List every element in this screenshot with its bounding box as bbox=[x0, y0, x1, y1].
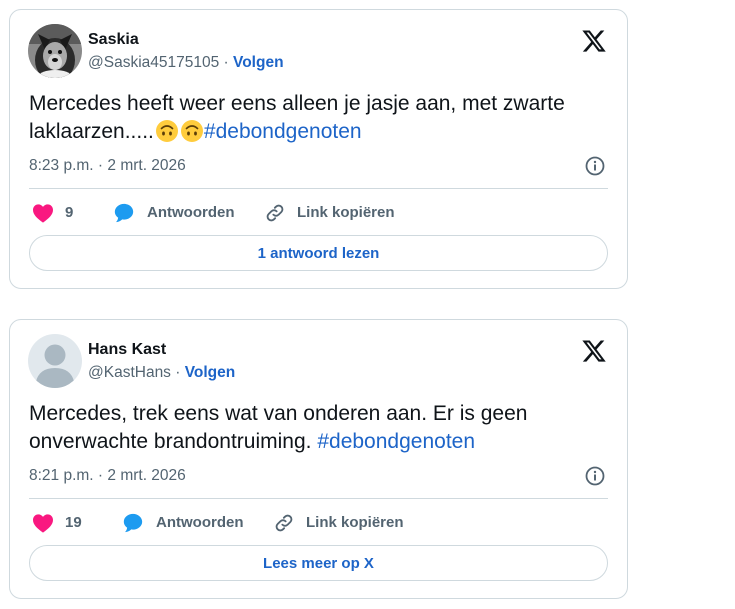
link-icon bbox=[266, 204, 284, 222]
copy-link-label: Link kopiëren bbox=[306, 514, 404, 531]
info-icon[interactable] bbox=[585, 156, 605, 176]
copy-link-label: Link kopiëren bbox=[297, 204, 395, 221]
author-info: Hans Kast @KastHans · Volgen bbox=[88, 340, 235, 383]
action-bar: 19 Antwoorden Link kopiëren bbox=[32, 511, 608, 535]
copy-link-button[interactable]: Link kopiëren bbox=[274, 511, 404, 535]
author-name[interactable]: Hans Kast bbox=[88, 340, 235, 360]
reply-button[interactable]: Antwoorden bbox=[113, 201, 235, 225]
like-count: 19 bbox=[65, 514, 82, 531]
hashtag-link[interactable]: #debondgenoten bbox=[204, 120, 362, 143]
follow-button[interactable]: Volgen bbox=[185, 364, 236, 381]
timestamp[interactable]: 8:21 p.m. · 2 mrt. 2026 bbox=[29, 467, 186, 484]
copy-link-button[interactable]: Link kopiëren bbox=[265, 201, 395, 225]
divider bbox=[29, 188, 608, 189]
x-logo-icon[interactable] bbox=[581, 338, 607, 364]
avatar[interactable] bbox=[28, 24, 82, 78]
heart-icon bbox=[33, 514, 53, 533]
read-replies-button[interactable]: 1 antwoord lezen bbox=[29, 235, 608, 271]
reply-label: Antwoorden bbox=[156, 514, 244, 531]
read-more-on-x-button[interactable]: Lees meer op X bbox=[29, 545, 608, 581]
reply-bubble-icon bbox=[114, 203, 134, 223]
tweet-card: Saskia @Saskia45175105 · Volgen Mercedes… bbox=[9, 9, 628, 289]
divider bbox=[29, 498, 608, 499]
x-logo-icon[interactable] bbox=[581, 28, 607, 54]
separator-dot: · bbox=[175, 364, 185, 381]
avatar[interactable] bbox=[28, 334, 82, 388]
reply-label: Antwoorden bbox=[147, 204, 235, 221]
author-name[interactable]: Saskia bbox=[88, 30, 284, 50]
info-icon[interactable] bbox=[585, 466, 605, 486]
tweet-header: Hans Kast @KastHans · Volgen bbox=[28, 334, 609, 390]
tweet-meta: 8:21 p.m. · 2 mrt. 2026 bbox=[29, 465, 608, 487]
upside-down-face-emoji bbox=[155, 120, 178, 142]
heart-icon bbox=[33, 204, 53, 223]
handle-row: @KastHans · Volgen bbox=[88, 363, 235, 383]
action-bar: 9 Antwoorden Link kopiëren bbox=[32, 201, 608, 225]
follow-button[interactable]: Volgen bbox=[233, 54, 284, 71]
tweet-text-block: Mercedes, trek eens wat van onderen aan.… bbox=[29, 400, 609, 456]
author-handle[interactable]: @KastHans bbox=[88, 364, 171, 381]
like-button[interactable]: 9 bbox=[32, 201, 73, 225]
hashtag-link[interactable]: #debondgenoten bbox=[317, 430, 475, 453]
reply-bubble-icon bbox=[123, 513, 143, 533]
reply-button[interactable]: Antwoorden bbox=[122, 511, 244, 535]
tweet-meta: 8:23 p.m. · 2 mrt. 2026 bbox=[29, 155, 608, 177]
author-handle[interactable]: @Saskia45175105 bbox=[88, 54, 219, 71]
link-icon bbox=[275, 514, 293, 532]
upside-down-face-emoji bbox=[180, 120, 203, 142]
like-count: 9 bbox=[65, 204, 74, 221]
tweet-card: Hans Kast @KastHans · Volgen Mercedes, t… bbox=[9, 319, 628, 599]
tweet-text-block: Mercedes heeft weer eens alleen je jasje… bbox=[29, 90, 609, 146]
author-info: Saskia @Saskia45175105 · Volgen bbox=[88, 30, 284, 73]
like-button[interactable]: 19 bbox=[32, 511, 82, 535]
timestamp[interactable]: 8:23 p.m. · 2 mrt. 2026 bbox=[29, 157, 186, 174]
separator-dot: · bbox=[223, 54, 234, 71]
tweet-header: Saskia @Saskia45175105 · Volgen bbox=[28, 24, 609, 80]
handle-row: @Saskia45175105 · Volgen bbox=[88, 53, 284, 73]
